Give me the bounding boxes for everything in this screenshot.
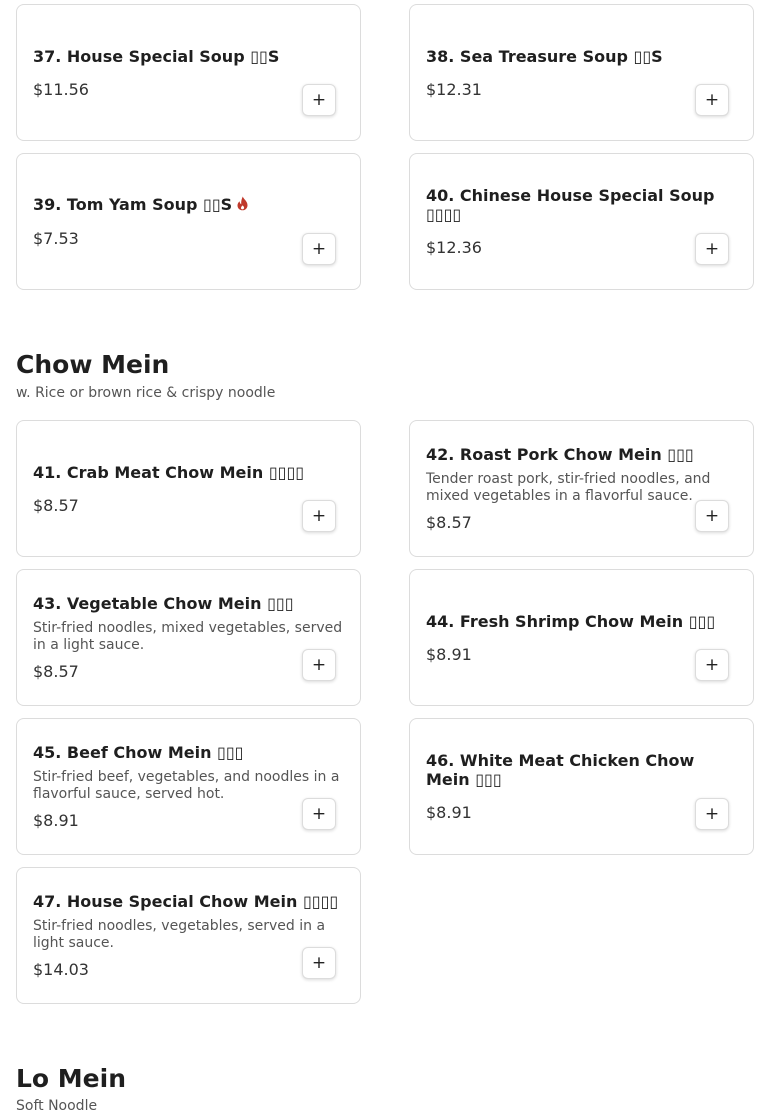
section-title-lo-mein: Lo Mein bbox=[16, 1064, 127, 1093]
item-name: 41. Crab Meat Chow Mein ▯▯▯▯ bbox=[33, 462, 305, 482]
add-to-cart-button[interactable]: + bbox=[302, 649, 336, 681]
item-price: $8.57 bbox=[426, 513, 472, 532]
menu-item-card[interactable]: 45. Beef Chow Mein ▯▯▯ Stir-fried beef, … bbox=[16, 718, 361, 855]
item-price: $8.91 bbox=[426, 803, 472, 822]
menu-item-card[interactable]: 42. Roast Pork Chow Mein ▯▯▯ Tender roas… bbox=[409, 420, 754, 557]
section-title-chow-mein: Chow Mein bbox=[16, 350, 170, 379]
item-name: 40. Chinese House Special Soup ▯▯▯▯ bbox=[426, 186, 715, 224]
item-name: 46. White Meat Chicken Chow Mein ▯▯▯ bbox=[426, 751, 695, 789]
item-price: $8.91 bbox=[33, 811, 79, 830]
item-name: 43. Vegetable Chow Mein ▯▯▯ bbox=[33, 594, 294, 613]
item-price: $12.31 bbox=[426, 79, 482, 99]
add-to-cart-button[interactable]: + bbox=[695, 500, 729, 532]
item-price: $12.36 bbox=[426, 238, 482, 257]
menu-page: 37. House Special Soup ▯▯S $11.56 + 38. … bbox=[0, 0, 770, 1111]
menu-item-card[interactable]: 40. Chinese House Special Soup ▯▯▯▯ $12.… bbox=[409, 153, 754, 290]
item-name-row: 39. Tom Yam Soup ▯▯S bbox=[33, 195, 344, 215]
add-to-cart-button[interactable]: + bbox=[302, 233, 336, 265]
menu-item-card[interactable]: 43. Vegetable Chow Mein ▯▯▯ Stir-fried n… bbox=[16, 569, 361, 706]
menu-item-card[interactable]: 44. Fresh Shrimp Chow Mein ▯▯▯ $8.91 + bbox=[409, 569, 754, 706]
item-name: 39. Tom Yam Soup ▯▯S bbox=[33, 195, 233, 214]
add-to-cart-button[interactable]: + bbox=[695, 233, 729, 265]
section-subtitle-chow-mein: w. Rice or brown rice & crispy noodle bbox=[16, 385, 276, 401]
add-to-cart-button[interactable]: + bbox=[695, 798, 729, 830]
item-description: Stir-fried noodles, vegetables, served i… bbox=[33, 918, 326, 951]
add-to-cart-button[interactable]: + bbox=[695, 649, 729, 681]
menu-item-card[interactable]: 41. Crab Meat Chow Mein ▯▯▯▯ $8.57 + bbox=[16, 420, 361, 557]
item-price: $11.56 bbox=[33, 79, 89, 99]
item-name: 45. Beef Chow Mein ▯▯▯ bbox=[33, 743, 244, 762]
add-to-cart-button[interactable]: + bbox=[302, 500, 336, 532]
item-price: $7.53 bbox=[33, 229, 79, 248]
item-description: Stir-fried beef, vegetables, and noodles… bbox=[33, 769, 340, 802]
item-name: 42. Roast Pork Chow Mein ▯▯▯ bbox=[426, 445, 694, 464]
fire-icon bbox=[236, 196, 249, 215]
item-price: $8.57 bbox=[33, 495, 79, 515]
menu-item-card[interactable]: 46. White Meat Chicken Chow Mein ▯▯▯ $8.… bbox=[409, 718, 754, 855]
item-description: Stir-fried noodles, mixed vegetables, se… bbox=[33, 620, 343, 653]
item-name: 44. Fresh Shrimp Chow Mein ▯▯▯ bbox=[426, 611, 716, 631]
item-price: $14.03 bbox=[33, 960, 89, 979]
add-to-cart-button[interactable]: + bbox=[302, 798, 336, 830]
menu-item-card[interactable]: 38. Sea Treasure Soup ▯▯S $12.31 + bbox=[409, 4, 754, 141]
item-description: Tender roast pork, stir-fried noodles, a… bbox=[426, 471, 711, 504]
item-name: 47. House Special Chow Mein ▯▯▯▯ bbox=[33, 892, 339, 911]
item-name: 38. Sea Treasure Soup ▯▯S bbox=[426, 46, 663, 66]
menu-item-card[interactable]: 39. Tom Yam Soup ▯▯S $7.53 + bbox=[16, 153, 361, 290]
add-to-cart-button[interactable]: + bbox=[302, 84, 336, 116]
item-name: 37. House Special Soup ▯▯S bbox=[33, 46, 280, 66]
menu-item-card[interactable]: 47. House Special Chow Mein ▯▯▯▯ Stir-fr… bbox=[16, 867, 361, 1004]
add-to-cart-button[interactable]: + bbox=[695, 84, 729, 116]
add-to-cart-button[interactable]: + bbox=[302, 947, 336, 979]
item-price: $8.91 bbox=[426, 644, 472, 664]
section-subtitle-lo-mein: Soft Noodle bbox=[16, 1098, 98, 1111]
item-price: $8.57 bbox=[33, 662, 79, 681]
menu-item-card[interactable]: 37. House Special Soup ▯▯S $11.56 + bbox=[16, 4, 361, 141]
